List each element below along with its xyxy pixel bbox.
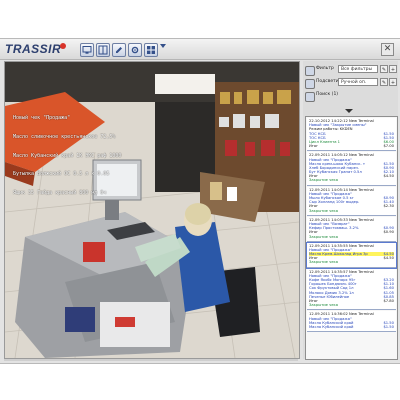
filter-edit-icon[interactable]: ✎	[380, 65, 388, 73]
logo-dot-icon	[60, 43, 66, 49]
osd-line: Ящик 35 Гайда красный 800 мл бч	[13, 189, 107, 196]
receipt-line: Закрытие чека	[309, 260, 394, 264]
receipt-line: Закрытие чека	[309, 235, 394, 239]
receipt-line-text: Итог	[309, 144, 319, 149]
filter-row: Фильтр Все фильтры ✎ +	[305, 65, 397, 76]
receipt-line-text: Закрытие чека	[309, 303, 339, 308]
settings-icon[interactable]	[128, 43, 142, 57]
split-view-icon[interactable]	[96, 43, 110, 57]
highlight-icon	[305, 79, 315, 89]
app-logo: TRASSIR	[5, 42, 62, 56]
video-scrollbar[interactable]	[4, 359, 298, 361]
receipt-line-amount: $7.00	[383, 144, 394, 149]
collapse-arrow-icon[interactable]	[345, 109, 353, 113]
toolbar: TRASSIR ✕	[0, 39, 400, 60]
receipt-card[interactable]: 12.09.2011 14:36:02 New Terminal Новый че…	[307, 311, 396, 333]
search-label[interactable]: Поиск (1)	[316, 92, 338, 97]
osd-line: Масло Кубанский край 1К ЭКС раф 1000	[13, 152, 122, 159]
pos-text-overlay: Новый чек "Продажа" Масло сливочное крес…	[13, 103, 203, 208]
receipt-line-amount: $1.50	[383, 324, 394, 329]
camera-view[interactable]: Новый чек "Продажа" Масло сливочное крес…	[4, 61, 300, 359]
highlight-edit-icon[interactable]: ✎	[380, 78, 388, 86]
receipt-line: Закрытие чека	[309, 209, 394, 213]
receipt-list[interactable]: 22.10.2012 14:22:12 New Terminal Новый че…	[305, 116, 398, 360]
pos-events-panel: Фильтр Все фильтры ✎ + Подсветить Ручной…	[303, 61, 398, 360]
receipt-line: Закрытие чека	[309, 303, 394, 307]
trassir-window: TRASSIR ✕ Новый чек "Продажа" Масло слив…	[0, 38, 400, 364]
monitor-icon[interactable]	[80, 43, 94, 57]
highlight-add-icon[interactable]: +	[389, 78, 397, 86]
search-icon[interactable]	[305, 92, 315, 102]
filter-icon	[305, 66, 315, 76]
toolbar-dropdown-icon[interactable]	[160, 44, 166, 48]
filter-label: Фильтр	[316, 66, 334, 71]
osd-line: Масло сливочное крестьянское 72,5%	[13, 134, 116, 141]
receipt-line: Масло Кубанский край $1.50	[309, 325, 394, 329]
receipt-line-text: Закрытие чека	[309, 178, 339, 183]
receipt-line: Итог $7.00	[309, 144, 394, 148]
osd-line: Новый чек "Продажа"	[13, 115, 71, 122]
search-row: Поиск (1)	[305, 91, 395, 102]
highlight-select[interactable]: Ручной оп.	[338, 78, 378, 86]
receipt-line-text: Закрытие чека	[309, 234, 339, 239]
receipt-line: Закрытие чека	[309, 178, 394, 182]
receipt-line-text: Масло Кубанский край	[309, 324, 354, 329]
receipt-line-text: Закрытие чека	[309, 260, 339, 265]
osd-line: Бутылка Волжский ОС 0.5 л х 0.05	[13, 171, 110, 178]
receipt-card[interactable]: 22.10.2012 14:22:12 New Terminal Новый че…	[307, 118, 396, 152]
highlight-row: Подсветить Ручной оп. ✎ +	[305, 78, 397, 89]
filter-add-icon[interactable]: +	[389, 65, 397, 73]
receipt-card[interactable]: 12.09.2011 14:05:33 New Terminal Новый че…	[307, 216, 396, 242]
receipt-line-text: Закрытие чека	[309, 208, 339, 213]
edit-icon[interactable]	[112, 43, 126, 57]
receipt-card[interactable]: 12.09.2011 14:35:57 New Terminal Новый че…	[307, 268, 396, 311]
close-icon[interactable]: ✕	[381, 43, 394, 56]
receipt-card[interactable]: 22.09.2011 14:05:12 New Terminal Новый че…	[307, 152, 396, 186]
receipt-card[interactable]: 12.09.2011 14:05:14 New Terminal Новый че…	[307, 186, 396, 216]
filter-select[interactable]: Все фильтры	[338, 65, 378, 73]
grid-icon[interactable]	[144, 43, 158, 57]
receipt-card[interactable]: 12.09.2011 14:35:55 New Terminal Новый че…	[306, 241, 397, 269]
